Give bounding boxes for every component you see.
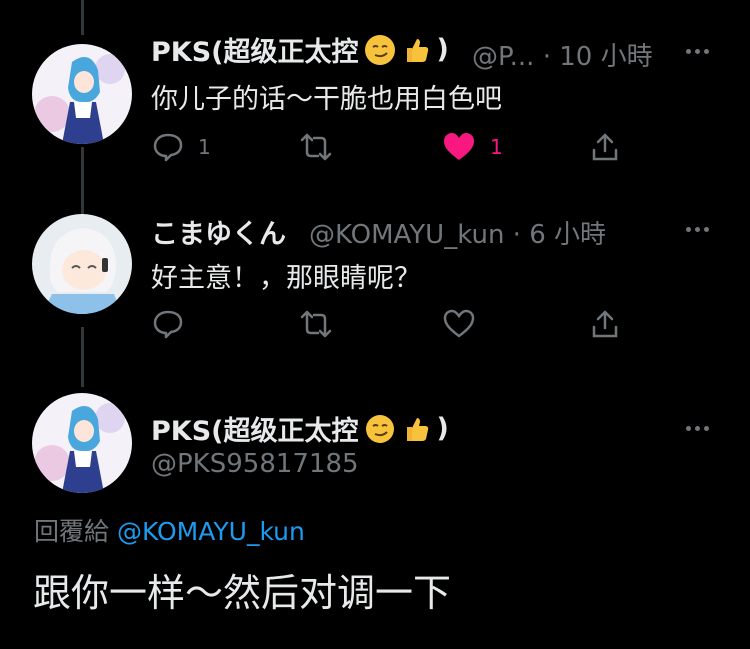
smirk-emoji-icon — [364, 34, 395, 65]
more-icon[interactable] — [686, 224, 716, 234]
handle-and-time[interactable]: @KOMAYU_kun · 6 小時 — [309, 214, 606, 251]
reply-to: 回覆給 @KOMAYU_kun — [34, 512, 305, 548]
avatar[interactable] — [32, 44, 132, 144]
reply-button[interactable] — [152, 309, 184, 339]
reply-count: 1 — [198, 135, 211, 159]
author-handle[interactable]: @PKS95817185 — [151, 449, 359, 479]
like-count: 1 — [490, 135, 503, 159]
reply-button[interactable]: 1 — [152, 132, 211, 162]
thumbs-up-emoji-icon — [401, 414, 431, 444]
retweet-button[interactable] — [300, 309, 332, 339]
like-button[interactable] — [442, 309, 476, 339]
share-icon — [592, 310, 618, 338]
avatar[interactable] — [32, 393, 132, 493]
retweet-icon — [300, 133, 332, 161]
reply-mention-link[interactable]: @KOMAYU_kun — [117, 517, 305, 546]
reply-prefix: 回覆給 — [34, 517, 110, 546]
avatar[interactable] — [32, 214, 132, 314]
main-tweet-text: 跟你一样～然后对调一下 — [33, 571, 452, 615]
tweet-text: 好主意！，那眼睛呢？ — [151, 263, 421, 294]
reply-icon — [153, 133, 183, 162]
like-icon — [443, 309, 475, 338]
author-name-suffix: ) — [436, 413, 449, 444]
thumbs-up-emoji-icon — [401, 35, 431, 65]
more-icon[interactable] — [686, 46, 716, 56]
thread-line-top — [81, 0, 84, 35]
author-name[interactable]: PKS(超级正太控 ) — [151, 30, 449, 69]
retweet-icon — [300, 310, 332, 338]
author-name[interactable]: PKS(超级正太控 ) — [151, 409, 449, 448]
share-icon — [592, 133, 618, 161]
share-button[interactable] — [590, 132, 620, 162]
thread-line-middle — [81, 147, 84, 215]
like-button[interactable]: 1 — [442, 132, 503, 162]
author-name-text: PKS(超级正太控 — [151, 416, 359, 447]
author-name[interactable]: こまゆくん — [151, 212, 286, 251]
tweet-text: 你儿子的话～干脆也用白色吧 — [151, 84, 502, 115]
handle-and-time[interactable]: @P... · 10 小時 — [472, 36, 653, 73]
author-name-text: PKS(超级正太控 — [151, 37, 359, 68]
retweet-button[interactable] — [300, 132, 332, 162]
thread-line-bottom — [81, 327, 84, 387]
more-icon[interactable] — [686, 423, 716, 433]
like-icon — [444, 133, 474, 160]
reply-icon — [153, 310, 183, 339]
share-button[interactable] — [590, 309, 620, 339]
author-name-suffix: ) — [436, 34, 449, 65]
smirk-emoji-icon — [365, 414, 395, 444]
